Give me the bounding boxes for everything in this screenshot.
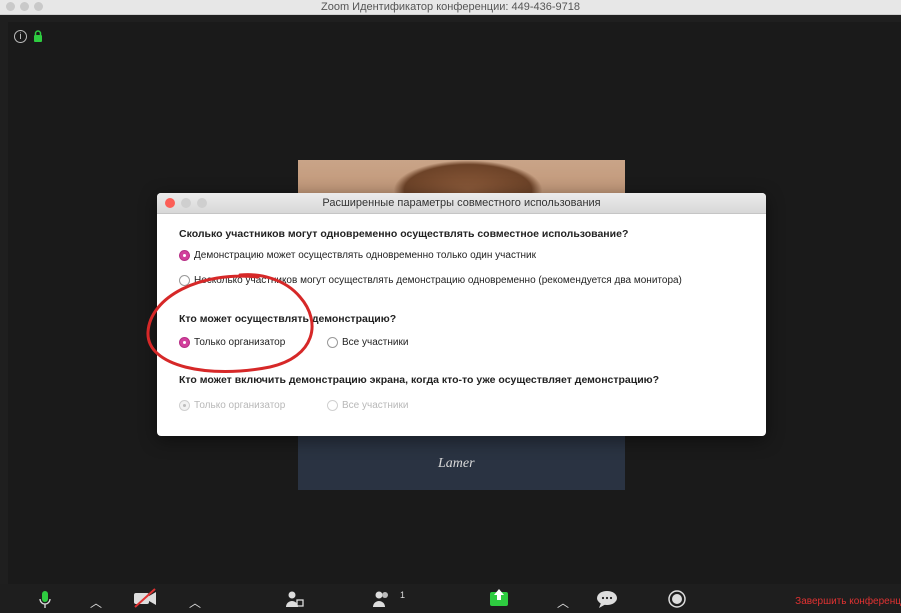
radio-all-participants[interactable] (327, 337, 338, 348)
mic-icon[interactable] (38, 590, 52, 610)
participants-icon[interactable] (372, 590, 392, 608)
option-one-participant[interactable]: Демонстрацию может осуществлять одноврем… (179, 250, 536, 261)
manage-participants-icon[interactable] (286, 590, 304, 608)
participants-count: 1 (400, 590, 406, 600)
radio-host-only[interactable] (179, 337, 190, 348)
info-icon[interactable]: i (14, 30, 27, 43)
video-options-chevron[interactable]: ︿ (189, 594, 201, 611)
question-simultaneous-sharing: Сколько участников могут одновременно ос… (179, 228, 629, 240)
radio-multiple-participants[interactable] (179, 275, 190, 286)
window-titlebar: Zoom Идентификатор конференции: 449-436-… (0, 0, 901, 15)
option-all-participants[interactable]: Все участники (327, 337, 408, 348)
dialog-title: Расширенные параметры совместного исполь… (322, 197, 601, 209)
option-multiple-participants[interactable]: Несколько участников могут осуществлять … (179, 275, 682, 286)
radio-one-participant[interactable] (179, 250, 190, 261)
option-host-only[interactable]: Только организатор (179, 337, 285, 348)
option-host-only-disabled: Только организатор (179, 400, 285, 411)
shirt-text: Lamer (438, 456, 475, 471)
dialog-titlebar: Расширенные параметры совместного исполь… (157, 193, 766, 214)
share-options-chevron[interactable]: ︿ (557, 594, 569, 611)
option-all-participants-disabled: Все участники (327, 400, 408, 411)
mic-options-chevron[interactable]: ︿ (90, 594, 102, 611)
radio-all-participants-disabled (327, 400, 338, 411)
radio-host-only-disabled (179, 400, 190, 411)
advanced-sharing-dialog: Расширенные параметры совместного исполь… (157, 193, 766, 436)
end-meeting-button[interactable]: Завершить конференц (795, 596, 901, 607)
question-who-can-share: Кто может осуществлять демонстрацию? (179, 313, 397, 325)
window-title: Zoom Идентификатор конференции: 449-436-… (320, 1, 580, 13)
record-icon[interactable] (668, 590, 686, 608)
share-screen-icon[interactable] (488, 586, 510, 608)
lock-icon[interactable] (33, 30, 43, 42)
chat-icon[interactable] (596, 590, 618, 608)
question-who-can-start-while-sharing: Кто может включить демонстрацию экрана, … (179, 374, 660, 386)
video-off-icon[interactable] (132, 588, 158, 608)
